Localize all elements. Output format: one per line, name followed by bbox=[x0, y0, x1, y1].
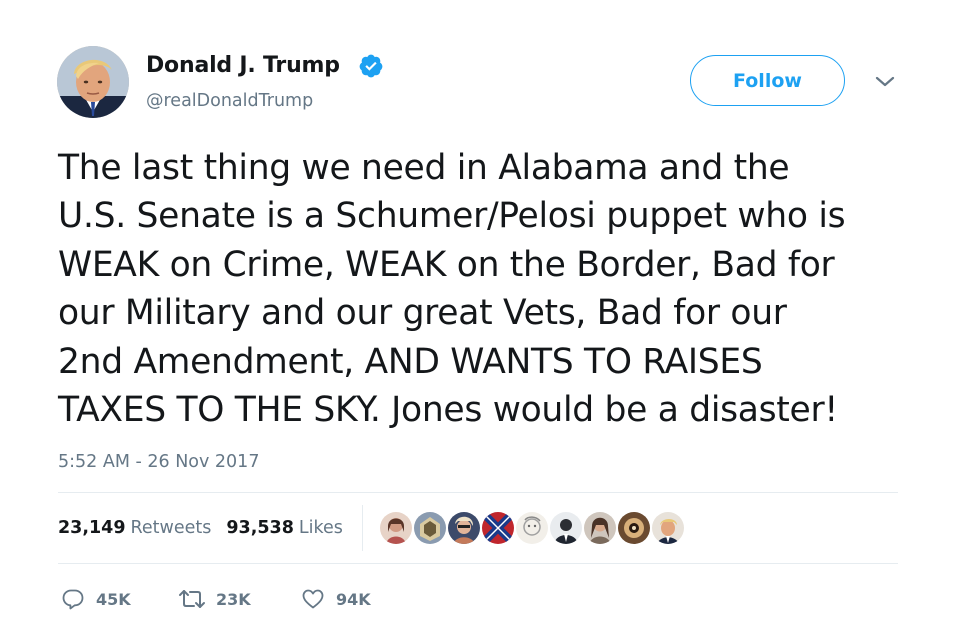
tweet-text: The last thing we need in Alabama and th… bbox=[58, 144, 928, 434]
divider bbox=[58, 492, 898, 493]
author-handle[interactable]: @realDonaldTrump bbox=[146, 89, 313, 113]
reply-icon bbox=[62, 589, 84, 610]
author-name[interactable]: Donald J. Trump bbox=[146, 52, 340, 80]
retweets-count: 23,149 bbox=[58, 518, 126, 538]
liker-avatar[interactable] bbox=[446, 510, 482, 546]
tweet-text-line: The last thing we need in Alabama and th… bbox=[58, 148, 790, 188]
like-count: 94K bbox=[336, 589, 371, 609]
divider bbox=[58, 563, 898, 564]
retweet-action[interactable]: 23K bbox=[178, 584, 300, 614]
liker-avatar[interactable] bbox=[378, 510, 414, 546]
author-avatar[interactable] bbox=[57, 46, 129, 118]
retweet-icon bbox=[179, 590, 205, 608]
retweets-stat[interactable]: 23,149 Retweets bbox=[58, 516, 211, 540]
like-action[interactable]: 94K bbox=[300, 584, 400, 614]
tweet-card: Donald J. Trump @realDonaldTrump Follow … bbox=[0, 0, 954, 637]
tweet-text-line: WEAK on Crime, WEAK on the Border, Bad f… bbox=[58, 244, 835, 285]
liker-avatar[interactable] bbox=[650, 510, 686, 546]
tweet-stats: 23,149 Retweets 93,538 Likes bbox=[58, 516, 343, 540]
likes-label: Likes bbox=[298, 518, 343, 538]
tweet-timestamp[interactable]: 5:52 AM - 26 Nov 2017 bbox=[58, 450, 259, 474]
liker-avatar[interactable] bbox=[412, 510, 448, 546]
profile-photo-icon bbox=[57, 46, 129, 118]
liker-avatar[interactable] bbox=[548, 510, 584, 546]
tweet-text-line: TAXES TO THE SKY. Jones would be a disas… bbox=[58, 390, 838, 431]
tweet-actions: 45K 23K 94K bbox=[60, 584, 400, 614]
liker-avatar[interactable] bbox=[514, 510, 550, 546]
retweet-count: 23K bbox=[216, 589, 251, 609]
likers-avatars bbox=[378, 510, 686, 546]
likes-count: 93,538 bbox=[226, 518, 294, 538]
tweet-text-line: 2nd Amendment, AND WANTS TO RAISES bbox=[58, 341, 763, 382]
liker-avatar[interactable] bbox=[616, 510, 652, 546]
tweet-text-line: U.S. Senate is a Schumer/Pelosi puppet w… bbox=[58, 196, 846, 237]
reply-count: 45K bbox=[96, 589, 131, 609]
verified-badge-icon bbox=[359, 54, 383, 78]
likes-stat[interactable]: 93,538 Likes bbox=[226, 516, 343, 540]
stats-separator bbox=[362, 505, 363, 551]
liker-avatar[interactable] bbox=[480, 510, 516, 546]
retweets-label: Retweets bbox=[130, 518, 212, 538]
chevron-down-icon[interactable] bbox=[874, 74, 896, 90]
liker-avatar[interactable] bbox=[582, 510, 618, 546]
heart-icon bbox=[302, 589, 324, 609]
tweet-text-line: our Military and our great Vets, Bad for… bbox=[58, 293, 787, 334]
reply-action[interactable]: 45K bbox=[60, 584, 178, 614]
follow-button[interactable]: Follow bbox=[690, 55, 845, 106]
